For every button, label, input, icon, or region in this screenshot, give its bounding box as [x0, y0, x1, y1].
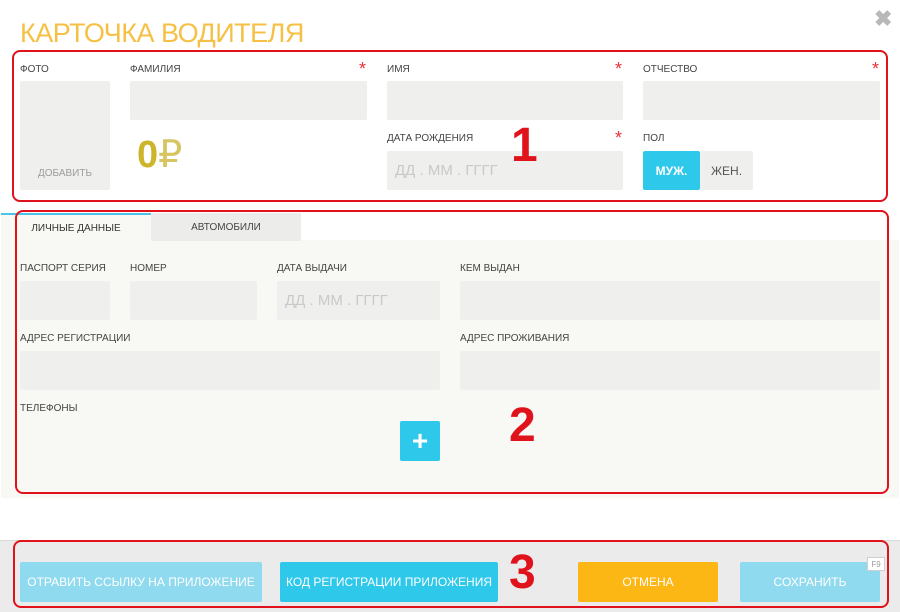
passport-series-input[interactable]	[20, 281, 110, 320]
issue-date-label: ДАТА ВЫДАЧИ	[277, 263, 347, 274]
required-mark: *	[615, 59, 623, 79]
patronymic-label: ОТЧЕСТВО	[643, 64, 698, 75]
registration-address-label: АДРЕС РЕГИСТРАЦИИ	[20, 333, 131, 344]
birthdate-input[interactable]	[387, 151, 623, 190]
surname-label: ФАМИЛИЯ	[130, 64, 181, 75]
name-label: ИМЯ	[387, 64, 410, 75]
issue-date-input[interactable]	[277, 281, 440, 320]
add-phone-button[interactable]: +	[400, 421, 440, 461]
photo-label: ФОТО	[20, 64, 49, 75]
passport-number-label: НОМЕР	[130, 263, 167, 274]
gender-male-button[interactable]: МУЖ.	[643, 151, 700, 190]
birthdate-label: ДАТА РОЖДЕНИЯ	[387, 133, 474, 144]
name-input[interactable]	[387, 81, 623, 120]
send-app-link-button[interactable]: ОТРАВИТЬ ССЫЛКУ НА ПРИЛОЖЕНИЕ	[20, 562, 262, 602]
patronymic-input[interactable]	[643, 81, 880, 120]
page-title: КАРТОЧКА ВОДИТЕЛЯ	[20, 18, 304, 48]
annotation-number-2: 2	[509, 399, 536, 452]
annotation-number-3: 3	[509, 546, 536, 599]
phones-label: ТЕЛЕФОНЫ	[20, 403, 78, 414]
balance-value: 0	[137, 134, 159, 176]
gender-label: ПОЛ	[643, 133, 665, 144]
balance-display: 0₽	[137, 136, 182, 174]
tab-cars[interactable]: АВТОМОБИЛИ	[151, 213, 301, 241]
tab-personal-data[interactable]: ЛИЧНЫЕ ДАННЫЕ	[1, 213, 151, 241]
issued-by-label: КЕМ ВЫДАН	[460, 263, 520, 274]
passport-number-input[interactable]	[130, 281, 257, 320]
save-button[interactable]: СОХРАНИТЬ	[740, 562, 880, 602]
photo-add-label[interactable]: ДОБАВИТЬ	[20, 168, 110, 179]
required-mark: *	[359, 59, 367, 79]
app-registration-code-button[interactable]: КОД РЕГИСТРАЦИИ ПРИЛОЖЕНИЯ	[280, 562, 498, 602]
issued-by-input[interactable]	[460, 281, 880, 320]
gender-female-button[interactable]: ЖЕН.	[700, 151, 753, 190]
required-mark: *	[872, 59, 880, 79]
plus-icon: +	[411, 425, 429, 456]
residence-address-label: АДРЕС ПРОЖИВАНИЯ	[460, 333, 570, 344]
surname-input[interactable]	[130, 81, 367, 120]
registration-address-input[interactable]	[20, 351, 440, 390]
required-mark: *	[615, 128, 623, 148]
save-hotkey-badge: F9	[867, 557, 885, 571]
ruble-icon: ₽	[158, 134, 183, 176]
close-icon[interactable]: ✖	[874, 6, 892, 32]
annotation-number-1: 1	[511, 119, 538, 172]
passport-series-label: ПАСПОРТ СЕРИЯ	[20, 263, 106, 274]
residence-address-input[interactable]	[460, 351, 880, 390]
cancel-button[interactable]: ОТМЕНА	[578, 562, 718, 602]
